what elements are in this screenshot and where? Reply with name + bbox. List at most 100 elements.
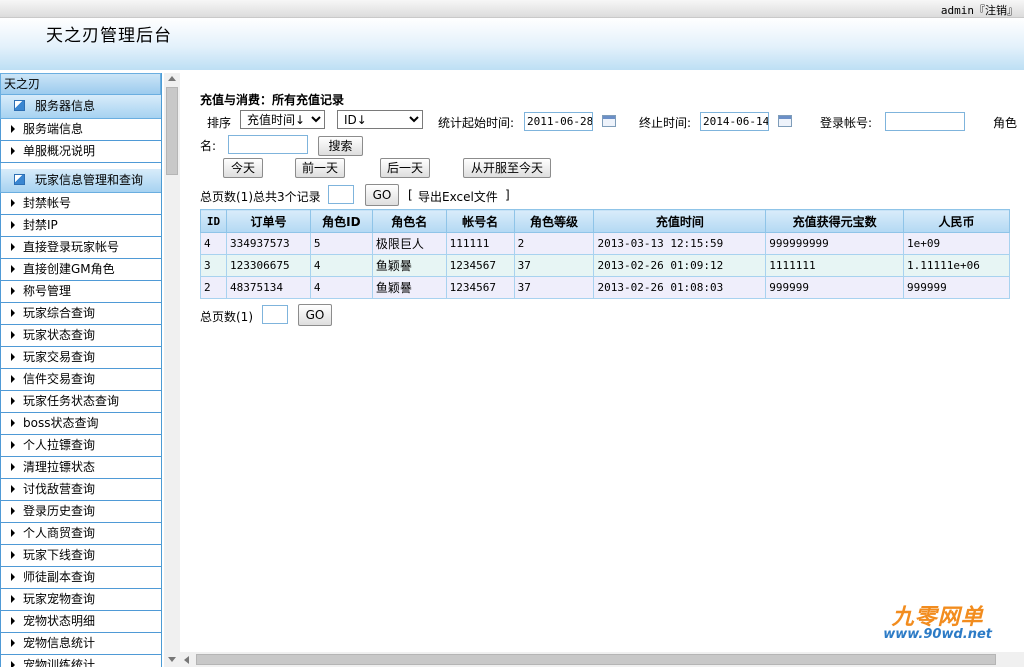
sidebar-item-label: boss状态查询 <box>23 416 99 430</box>
pager-summary: 总页数(1)总共3个记录 <box>200 190 321 204</box>
sidebar-item[interactable]: 封禁帐号 <box>0 193 161 215</box>
arrow-right-icon <box>11 441 15 449</box>
sidebar-item[interactable]: 玩家任务状态查询 <box>0 391 161 413</box>
sidebar-item[interactable]: 封禁IP <box>0 215 161 237</box>
arrow-right-icon <box>11 221 15 229</box>
recharge-records-table: ID 订单号 角色ID 角色名 帐号名 角色等级 充值时间 充值获得元宝数 人民币 4 33493… <box>200 209 1010 299</box>
arrow-right-icon <box>11 463 15 471</box>
main-content: 充值与消费：所有充值记录 排序 充值时间↓ ID↓ 统计起始时间: 终止时间: … <box>180 73 1024 652</box>
arrow-right-icon <box>11 639 15 647</box>
table-header-row: ID 订单号 角色ID 角色名 帐号名 角色等级 充值时间 充值获得元宝数 人民币 <box>200 209 1010 233</box>
table-cell: 2013-02-26 01:08:03 <box>593 276 767 299</box>
scroll-left-arrow-icon[interactable] <box>184 656 189 664</box>
table-cell: 1e+09 <box>903 232 1010 255</box>
end-time-label: 终止时间: <box>639 116 692 130</box>
table-cell: 4 <box>200 232 227 255</box>
start-date-input[interactable] <box>524 112 593 131</box>
sidebar-item-label: 玩家任务状态查询 <box>23 394 120 408</box>
sidebar-item[interactable]: 讨伐敌营查询 <box>0 479 161 501</box>
sidebar-root[interactable]: 天之刃 <box>0 73 161 95</box>
search-button[interactable]: 搜索 <box>318 136 363 156</box>
sidebar-item[interactable]: 玩家下线查询 <box>0 545 161 567</box>
prev-day-button[interactable]: 前一天 <box>295 158 345 178</box>
scroll-down-arrow-icon[interactable] <box>168 657 176 662</box>
arrow-right-icon <box>11 375 15 383</box>
account-input[interactable] <box>885 112 965 131</box>
sort-select-time[interactable]: 充值时间↓ <box>240 110 325 129</box>
sidebar-item[interactable]: boss状态查询 <box>0 413 161 435</box>
go-button-bottom[interactable]: GO <box>298 304 332 326</box>
go-button[interactable]: GO <box>365 184 399 206</box>
sort-select-id[interactable]: ID↓ <box>337 110 423 129</box>
table-cell: 2 <box>513 232 595 255</box>
column-header: 角色ID <box>309 209 373 233</box>
sidebar-item-label: 玩家状态查询 <box>23 328 96 342</box>
export-bracket-close: ] <box>505 188 510 202</box>
table-cell: 123306675 <box>225 254 311 277</box>
vertical-scrollbar[interactable] <box>164 73 180 667</box>
sidebar-group-player-info[interactable]: 玩家信息管理和查询 <box>0 169 161 193</box>
page-input-bottom[interactable] <box>262 305 288 324</box>
arrow-right-icon <box>11 419 15 427</box>
column-header: 充值时间 <box>593 209 767 233</box>
table-cell: 2 <box>200 276 227 299</box>
export-excel-link[interactable]: 导出Excel文件 <box>418 188 498 205</box>
sidebar-item[interactable]: 登录历史查询 <box>0 501 161 523</box>
sidebar-item-label: 登录历史查询 <box>23 504 96 518</box>
sidebar-group-label: 玩家信息管理和查询 <box>35 173 144 187</box>
calendar-icon[interactable] <box>602 115 616 127</box>
sidebar-item[interactable]: 宠物训练统计 <box>0 655 161 667</box>
pager-bottom: 总页数(1) <box>200 310 253 324</box>
sidebar-item[interactable]: 直接创建GM角色 <box>0 259 161 281</box>
role-name-input[interactable] <box>228 135 308 154</box>
scroll-up-arrow-icon[interactable] <box>168 76 176 81</box>
table-cell: 111111 <box>445 232 515 255</box>
sidebar-item-label: 封禁IP <box>23 218 58 232</box>
scroll-thumb[interactable] <box>166 87 178 175</box>
arrow-right-icon <box>11 265 15 273</box>
since-open-button[interactable]: 从开服至今天 <box>463 158 551 178</box>
sidebar-item[interactable]: 服务端信息 <box>0 119 161 141</box>
end-date-input[interactable] <box>700 112 769 131</box>
sidebar-item[interactable]: 清理拉镖状态 <box>0 457 161 479</box>
next-day-button[interactable]: 后一天 <box>380 158 430 178</box>
sidebar-group-server-info[interactable]: 服务器信息 <box>0 95 161 119</box>
sidebar-item[interactable]: 玩家交易查询 <box>0 347 161 369</box>
arrow-right-icon <box>11 507 15 515</box>
logout-link[interactable]: 『注销』 <box>974 4 1018 17</box>
sidebar-item[interactable]: 宠物状态明细 <box>0 611 161 633</box>
sidebar-item[interactable]: 直接登录玩家帐号 <box>0 237 161 259</box>
sidebar-item[interactable]: 信件交易查询 <box>0 369 161 391</box>
folder-icon <box>14 174 25 185</box>
table-cell: 2013-02-26 01:09:12 <box>593 254 767 277</box>
column-header: 订单号 <box>225 209 311 233</box>
sidebar-item[interactable]: 单服概况说明 <box>0 141 161 163</box>
arrow-right-icon <box>11 309 15 317</box>
sort-label: 排序 <box>207 116 232 130</box>
sidebar-item-label: 个人商贸查询 <box>23 526 96 540</box>
sidebar-item[interactable]: 称号管理 <box>0 281 161 303</box>
calendar-icon[interactable] <box>778 115 792 127</box>
table-row: 3 123306675 4 鱼颖謈 1234567 37 2013-02-26 01:09:… <box>200 254 1010 277</box>
sidebar-item[interactable]: 个人商贸查询 <box>0 523 161 545</box>
sidebar-item[interactable]: 师徒副本查询 <box>0 567 161 589</box>
page-input[interactable] <box>328 185 354 204</box>
sidebar-item-label: 玩家交易查询 <box>23 350 96 364</box>
horizontal-scrollbar[interactable] <box>180 652 1024 667</box>
sidebar-item[interactable]: 玩家综合查询 <box>0 303 161 325</box>
start-time-label: 统计起始时间: <box>438 116 515 130</box>
today-button[interactable]: 今天 <box>223 158 263 178</box>
sidebar-item[interactable]: 个人拉镖查询 <box>0 435 161 457</box>
arrow-right-icon <box>11 331 15 339</box>
user-info: admin『注销』 <box>941 2 1018 18</box>
table-cell: 1111111 <box>765 254 905 277</box>
top-bar: admin『注销』 <box>0 0 1024 18</box>
sidebar-item[interactable]: 宠物信息统计 <box>0 633 161 655</box>
sidebar-item[interactable]: 玩家状态查询 <box>0 325 161 347</box>
arrow-right-icon <box>11 287 15 295</box>
scroll-thumb[interactable] <box>196 654 996 665</box>
arrow-right-icon <box>11 353 15 361</box>
sidebar-item[interactable]: 玩家宠物查询 <box>0 589 161 611</box>
sidebar-item-label: 清理拉镖状态 <box>23 460 96 474</box>
folder-icon <box>14 100 25 111</box>
